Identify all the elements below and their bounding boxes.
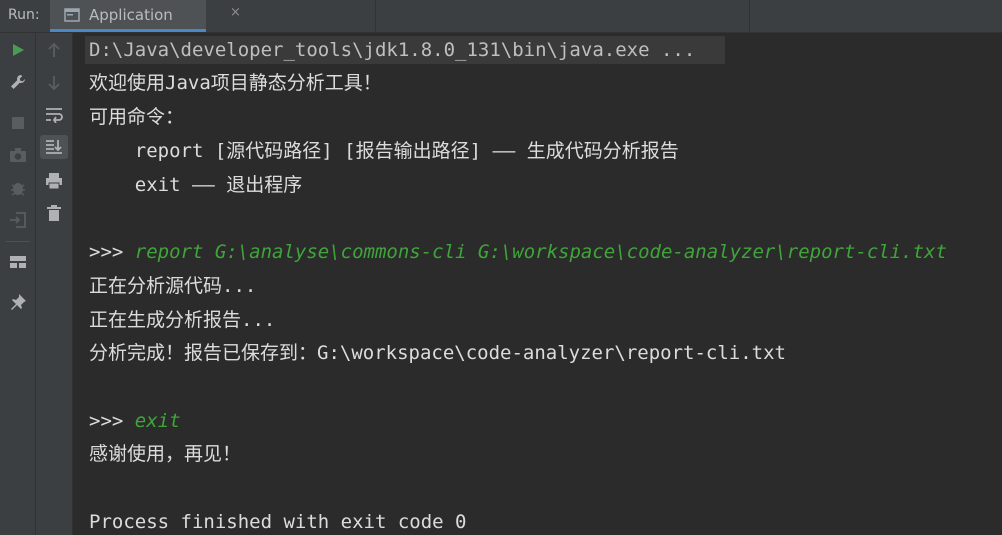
- run-label: Run:: [8, 7, 40, 23]
- header-divider: [749, 0, 750, 32]
- scroll-to-end-icon[interactable]: [40, 135, 68, 159]
- up-arrow-icon[interactable]: [42, 38, 66, 62]
- run-toolbar: [0, 33, 36, 535]
- toolbar-divider: [6, 241, 30, 242]
- login-icon[interactable]: [6, 208, 30, 232]
- tab-application[interactable]: Application ×: [50, 0, 241, 32]
- user-command: report G:\analyse\commons-cli G:\workspa…: [134, 241, 947, 263]
- console-line-goodbye: 感谢使用，再见！: [89, 443, 242, 465]
- pin-icon[interactable]: [6, 290, 30, 314]
- tab-active-indicator: [50, 29, 206, 32]
- console-line-report-help: report [源代码路径] [报告输出路径] —— 生成代码分析报告: [89, 140, 679, 162]
- stop-icon[interactable]: [6, 111, 30, 135]
- prompt: >>>: [89, 241, 135, 263]
- console-line-exit-help: exit —— 退出程序: [89, 174, 303, 196]
- debug-settings-icon[interactable]: [6, 176, 30, 200]
- console-line-commands-title: 可用命令：: [89, 106, 185, 128]
- tab-label: Application: [89, 6, 173, 24]
- console-line-process-finished: Process finished with exit code 0: [89, 511, 467, 533]
- wrench-icon[interactable]: [6, 70, 30, 94]
- application-icon: [64, 7, 80, 27]
- trash-icon[interactable]: [42, 201, 66, 225]
- run-panel-header: Run: Application ×: [0, 0, 1002, 33]
- header-divider: [375, 0, 376, 32]
- console-line-completed: 分析完成！报告已保存到：G:\workspace\code-analyzer\r…: [89, 342, 786, 364]
- print-icon[interactable]: [42, 169, 66, 193]
- prompt: >>>: [89, 410, 135, 432]
- user-command: exit: [134, 410, 181, 432]
- console-line-report-command: >>> report G:\analyse\commons-cli G:\wor…: [89, 239, 947, 265]
- run-icon[interactable]: [6, 38, 30, 62]
- console-toolbar: [36, 33, 73, 535]
- console-line-java-path: D:\Java\developer_tools\jdk1.8.0_131\bin…: [89, 39, 696, 61]
- console-output[interactable]: D:\Java\developer_tools\jdk1.8.0_131\bin…: [73, 33, 1002, 535]
- console-line-analyzing: 正在分析源代码...: [89, 275, 257, 297]
- down-arrow-icon[interactable]: [42, 71, 66, 95]
- close-icon[interactable]: ×: [230, 5, 241, 20]
- layout-icon[interactable]: [6, 250, 30, 274]
- soft-wrap-icon[interactable]: [42, 103, 66, 127]
- console-line-generating: 正在生成分析报告...: [89, 309, 276, 331]
- camera-icon[interactable]: [6, 143, 30, 167]
- console-line-exit-command: >>> exit: [89, 408, 181, 434]
- console-line-welcome: 欢迎使用Java项目静态分析工具！: [89, 72, 382, 94]
